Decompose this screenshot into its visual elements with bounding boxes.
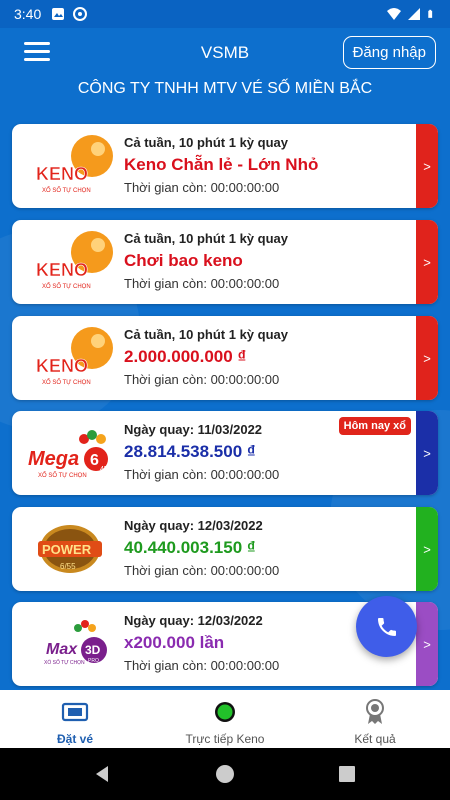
countdown-timer: Thời gian còn: 00:00:00:00: [124, 180, 280, 195]
power-logo-text: POWER: [42, 542, 92, 557]
countdown-timer: Thời gian còn: 00:00:00:00: [124, 658, 280, 673]
jackpot-amount: 40.440.003.150 ₫: [124, 538, 256, 557]
award-ribbon-icon: [366, 699, 384, 724]
back-icon[interactable]: [92, 763, 114, 785]
draw-today-badge: Hôm nay xổ: [338, 417, 411, 435]
keno-logo-text: KENO: [36, 356, 88, 376]
card-arrow-button[interactable]: >: [416, 507, 438, 591]
keno-logo-text: KENO: [36, 164, 88, 184]
card-arrow-button[interactable]: >: [416, 124, 438, 208]
card-arrow-button[interactable]: >: [416, 602, 438, 686]
max-logo-text: Max: [46, 641, 78, 658]
card-arrow-button[interactable]: >: [416, 411, 438, 495]
mega-logo-text: Mega: [28, 448, 79, 470]
nav-dat-ve[interactable]: Đặt vé: [0, 690, 150, 748]
nav-label: Kết quả: [354, 732, 396, 746]
bottom-navigation: Đặt vé Trực tiếp Keno Kết quả: [0, 690, 450, 748]
draw-schedule: Cả tuần, 10 phút 1 kỳ quay: [124, 135, 288, 150]
nav-label: Đặt vé: [56, 732, 94, 746]
countdown-timer: Thời gian còn: 00:00:00:00: [124, 372, 280, 387]
cell-signal-icon: [408, 8, 420, 20]
keno-logo: KENO XỔ SỐ TỰ CHỌN: [36, 135, 113, 194]
countdown-timer: Thời gian còn: 00:00:00:00: [124, 276, 280, 291]
draw-date: Ngày quay: 12/03/2022: [124, 518, 263, 533]
product-card-choi-bao-keno[interactable]: KENO XỔ SỐ TỰ CHỌN Cả tuần, 10 phút 1 kỳ…: [12, 220, 438, 304]
draw-schedule: Cả tuần, 10 phút 1 kỳ quay: [124, 231, 288, 246]
wifi-icon: [387, 8, 401, 20]
keno-logo-subtext: XỔ SỐ TỰ CHỌN: [42, 187, 91, 194]
status-bar: 3:40: [0, 0, 450, 28]
max-logo-subtext: XỔ SỐ TỰ CHỌN: [44, 659, 85, 666]
company-name: CÔNG TY TNHH MTV VÉ SỐ MIỀN BẮC: [77, 80, 373, 97]
mega-645-logo: 6 45 Mega XỔ SỐ TỰ CHỌN: [28, 430, 108, 479]
phone-icon: [377, 617, 396, 636]
product-card-keno-chan-le[interactable]: KENO XỔ SỐ TỰ CHỌN Cả tuần, 10 phút 1 kỳ…: [12, 124, 438, 208]
mega-logo-45: 45: [100, 466, 108, 473]
countdown-timer: Thời gian còn: 00:00:00:00: [124, 563, 280, 578]
product-headline: Chơi bao keno: [124, 251, 243, 270]
login-button[interactable]: Đăng nhập: [342, 36, 436, 69]
product-card-keno-jackpot[interactable]: KENO XỔ SỐ TỰ CHỌN Cả tuần, 10 phút 1 kỳ…: [12, 316, 438, 400]
home-icon[interactable]: [214, 763, 236, 785]
nav-ket-qua[interactable]: Kết quả: [300, 690, 450, 748]
keno-logo: KENO XỔ SỐ TỰ CHỌN: [36, 327, 113, 386]
gallery-notification-icon: [52, 8, 65, 20]
call-button[interactable]: [356, 596, 417, 657]
keno-logo: KENO XỔ SỐ TỰ CHỌN: [36, 231, 113, 290]
card-arrow-button[interactable]: >: [416, 220, 438, 304]
sync-notification-icon: [73, 7, 88, 21]
live-dot-icon: [215, 702, 235, 722]
android-navigation-bar: [0, 748, 450, 800]
power-logo-number: 6/55: [60, 562, 76, 571]
keno-logo-text: KENO: [36, 260, 88, 280]
status-time: 3:40: [14, 6, 42, 22]
recents-icon[interactable]: [336, 763, 358, 785]
ticket-icon: [61, 702, 89, 722]
nav-label: Trực tiếp Keno: [185, 732, 265, 746]
product-card-power-655[interactable]: POWER 6/55 Ngày quay: 12/03/2022 40.440.…: [12, 507, 438, 591]
mega-logo-number: 6: [90, 452, 99, 469]
draw-schedule: Cả tuần, 10 phút 1 kỳ quay: [124, 327, 288, 342]
countdown-timer: Thời gian còn: 00:00:00:00: [124, 467, 280, 482]
product-headline: 2.000.000.000 ₫: [124, 347, 247, 366]
card-arrow-button[interactable]: >: [416, 316, 438, 400]
max-logo-3d: 3D: [85, 643, 101, 657]
keno-logo-subtext: XỔ SỐ TỰ CHỌN: [42, 283, 91, 290]
menu-icon[interactable]: [24, 42, 50, 64]
keno-logo-subtext: XỔ SỐ TỰ CHỌN: [42, 379, 91, 386]
mega-logo-subtext: XỔ SỐ TỰ CHỌN: [38, 472, 87, 479]
app-header: VSMB Đăng nhập: [0, 28, 450, 78]
battery-icon: [428, 9, 433, 18]
power-655-logo: POWER 6/55: [38, 525, 102, 573]
max-3d-pro-logo: 3D PRO Max XỔ SỐ TỰ CHỌN: [44, 620, 107, 666]
max-logo-pro: PRO: [88, 658, 99, 664]
jackpot-amount: 28.814.538.500 ₫: [124, 442, 256, 461]
product-card-mega-645[interactable]: 6 45 Mega XỔ SỐ TỰ CHỌN Ngày quay: 11/03…: [12, 411, 438, 495]
nav-truc-tiep-keno[interactable]: Trực tiếp Keno: [150, 690, 300, 748]
product-headline: Keno Chẵn lẻ - Lớn Nhỏ: [124, 155, 319, 174]
